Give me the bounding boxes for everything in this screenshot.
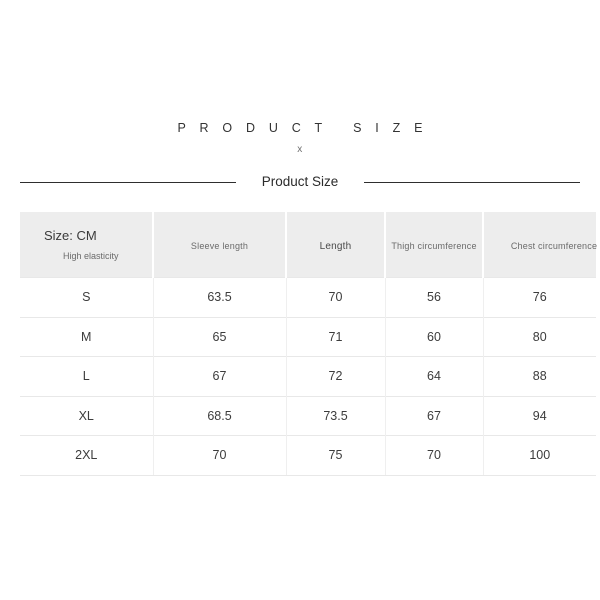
divider-line-left	[20, 181, 236, 183]
cell-thigh-circumference: 56	[385, 277, 484, 317]
column-header-size-unit: Size: CM	[44, 228, 97, 243]
cell-length: 70	[286, 277, 386, 317]
cell-length: 71	[286, 316, 386, 357]
table-row: S 63.5 70 56 76	[20, 277, 596, 317]
product-size-infographic: P R O D U C T S I Z E x Product Size Siz…	[0, 0, 600, 600]
column-header-sleeve-length: Sleeve length	[153, 212, 287, 278]
cell-size: 2XL	[20, 435, 154, 476]
cell-size: XL	[20, 395, 154, 436]
column-header-thigh-circumference: Thigh circumference	[385, 212, 484, 278]
cell-sleeve-length: 65	[153, 316, 287, 357]
table-row: L 67 72 64 88	[20, 356, 596, 396]
cell-size: M	[20, 316, 154, 357]
cell-chest-circumference: 94	[483, 395, 596, 436]
cell-thigh-circumference: 67	[385, 395, 484, 436]
cell-thigh-circumference: 60	[385, 316, 484, 357]
cell-chest-circumference: 88	[483, 356, 596, 396]
cell-size: S	[20, 277, 154, 317]
column-header-chest-circumference: Chest circumference	[510, 240, 598, 251]
column-header-size-note: High elasticity	[63, 251, 119, 261]
cell-sleeve-length: 70	[153, 435, 287, 476]
cell-length: 72	[286, 356, 386, 396]
column-header-size: Size: CM High elasticity	[20, 212, 154, 278]
cell-chest-circumference: 100	[483, 435, 596, 476]
cell-length: 73.5	[286, 395, 386, 436]
table-body: S 63.5 70 56 76 M 65 71 60 80 L 67 72 64…	[20, 277, 596, 476]
table-row: M 65 71 60 80	[20, 316, 596, 357]
column-header-length: Length	[286, 212, 386, 278]
table-header-row: Size: CM High elasticity Sleeve length L…	[20, 212, 598, 278]
cell-sleeve-length: 67	[153, 356, 287, 396]
table-row: 2XL 70 75 70 100	[20, 435, 596, 476]
title-sub-mark: x	[297, 144, 303, 155]
cell-thigh-circumference: 70	[385, 435, 484, 476]
cell-size: L	[20, 356, 154, 396]
divider-line-right	[364, 181, 581, 183]
cell-length: 75	[286, 435, 386, 476]
size-chart-table: Size: CM High elasticity Sleeve length L…	[20, 212, 598, 476]
section-divider: Product Size	[20, 174, 581, 190]
title-block: P R O D U C T S I Z E x	[0, 120, 600, 156]
cell-thigh-circumference: 64	[385, 356, 484, 396]
cell-sleeve-length: 68.5	[153, 395, 287, 436]
section-title: Product Size	[261, 174, 339, 189]
page-title: P R O D U C T S I Z E	[177, 121, 428, 135]
cell-sleeve-length: 63.5	[153, 277, 287, 317]
cell-chest-circumference: 76	[483, 277, 596, 317]
table-header: Size: CM High elasticity Sleeve length L…	[20, 212, 598, 278]
cell-chest-circumference: 80	[483, 316, 596, 357]
table-row: XL 68.5 73.5 67 94	[20, 395, 596, 436]
